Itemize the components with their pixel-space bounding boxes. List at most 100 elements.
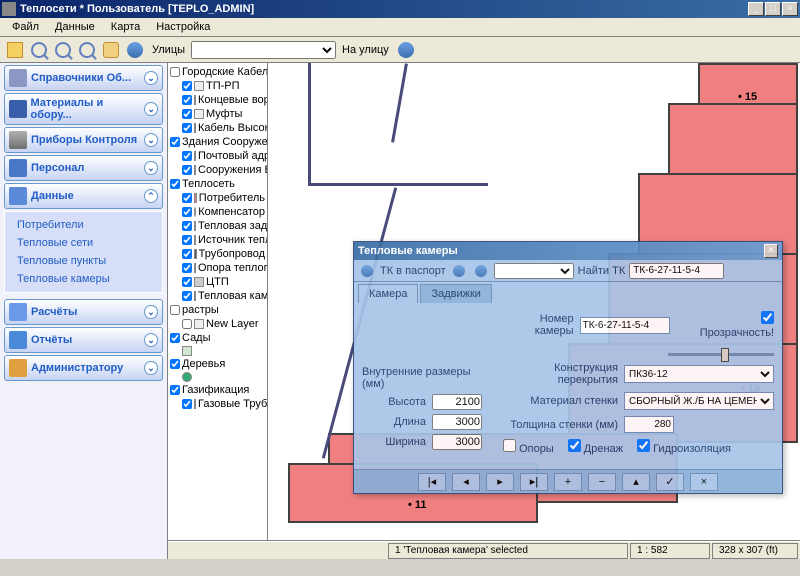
tab-camera[interactable]: Камера: [358, 284, 418, 303]
chamber-num-input[interactable]: [580, 317, 670, 334]
main-toolbar: Улицы На улицу: [0, 37, 800, 63]
dialog-titlebar[interactable]: Тепловые камеры ×: [354, 242, 782, 260]
tool-globe[interactable]: [124, 39, 146, 61]
sidebar-reports[interactable]: Отчёты⌄: [4, 327, 163, 353]
layer-checkbox[interactable]: [182, 235, 192, 245]
layer-checkbox[interactable]: [182, 109, 192, 119]
nav-next[interactable]: ▸: [486, 473, 514, 491]
nav-cancel[interactable]: ×: [690, 473, 718, 491]
menu-data[interactable]: Данные: [47, 19, 103, 35]
nav-delete[interactable]: −: [588, 473, 616, 491]
sidebar-references[interactable]: Справочники Об...⌄: [4, 65, 163, 91]
drainage-checkbox[interactable]: [568, 439, 581, 452]
layer-checkbox[interactable]: [170, 179, 180, 189]
layer-checkbox[interactable]: [182, 263, 192, 273]
thickness-input[interactable]: [624, 416, 674, 433]
menu-file[interactable]: Файл: [4, 19, 47, 35]
dialog-nav: |◂ ◂ ▸ ▸| + − ▴ ✓ ×: [354, 469, 782, 493]
chevron-up-icon: ⌃: [144, 189, 158, 203]
menu-map[interactable]: Карта: [103, 19, 148, 35]
tool-goto-street[interactable]: [395, 39, 417, 61]
nav-add[interactable]: +: [554, 473, 582, 491]
hydro-checkbox[interactable]: [637, 439, 650, 452]
layer-checkbox[interactable]: [182, 319, 192, 329]
layer-checkbox[interactable]: [182, 207, 192, 217]
close-button[interactable]: ×: [782, 2, 798, 16]
layer-checkbox[interactable]: [170, 67, 180, 77]
menu-settings[interactable]: Настройка: [148, 19, 218, 35]
globe-icon: [361, 265, 373, 277]
nav-confirm[interactable]: ✓: [656, 473, 684, 491]
sidebar-item-points[interactable]: Тепловые пункты: [13, 252, 154, 270]
tool-open[interactable]: [4, 39, 26, 61]
layer-checkbox[interactable]: [182, 291, 192, 301]
tool-pan[interactable]: [100, 39, 122, 61]
layer-checkbox[interactable]: [182, 221, 192, 231]
tab-valves[interactable]: Задвижки: [420, 284, 491, 303]
height-input[interactable]: [432, 394, 482, 410]
layer-tree[interactable]: Городские Кабель ТП-РП Концевые вор Муфт…: [168, 63, 268, 540]
maximize-button[interactable]: □: [765, 2, 781, 16]
supports-checkbox[interactable]: [503, 439, 516, 452]
sidebar-personnel[interactable]: Персонал⌄: [4, 155, 163, 181]
layer-checkbox[interactable]: [182, 165, 192, 175]
layer-checkbox[interactable]: [182, 81, 192, 91]
chevron-down-icon: ⌄: [144, 305, 158, 319]
content-area: Городские Кабель ТП-РП Концевые вор Муфт…: [168, 63, 800, 559]
length-input[interactable]: [432, 414, 482, 430]
layer-swatch-icon: [194, 123, 196, 133]
status-scale: 1 : 582: [630, 543, 710, 559]
dialog-tool-b[interactable]: [472, 262, 490, 280]
sidebar-calc[interactable]: Расчёты⌄: [4, 299, 163, 325]
sidebar-label: Персонал: [31, 162, 84, 174]
layer-checkbox[interactable]: [170, 137, 180, 147]
nav-prev[interactable]: ◂: [452, 473, 480, 491]
layer-checkbox[interactable]: [182, 399, 192, 409]
sidebar-item-chambers[interactable]: Тепловые камеры: [13, 270, 154, 288]
sidebar-data[interactable]: Данные⌃: [4, 183, 163, 209]
layer-checkbox[interactable]: [182, 277, 192, 287]
layer-checkbox[interactable]: [170, 385, 180, 395]
layer-checkbox[interactable]: [182, 95, 192, 105]
slider-thumb[interactable]: [721, 348, 729, 362]
dialog-tool-new[interactable]: [358, 262, 376, 280]
minimize-button[interactable]: _: [748, 2, 764, 16]
layer-checkbox[interactable]: [182, 193, 192, 203]
layer-checkbox[interactable]: [170, 359, 180, 369]
nav-edit[interactable]: ▴: [622, 473, 650, 491]
transparency-slider[interactable]: [668, 353, 774, 356]
sidebar-materials[interactable]: Материалы и обору...⌄: [4, 93, 163, 125]
dialog-tool-a[interactable]: [450, 262, 468, 280]
layer-checkbox[interactable]: [182, 123, 192, 133]
layer-checkbox[interactable]: [182, 151, 192, 161]
tool-icon: [453, 265, 465, 277]
sidebar-item-networks[interactable]: Тепловые сети: [13, 234, 154, 252]
nav-first[interactable]: |◂: [418, 473, 446, 491]
tool-zoom-out[interactable]: [52, 39, 74, 61]
layer-swatch-icon: [194, 319, 204, 329]
layer-checkbox[interactable]: [170, 305, 180, 315]
book-icon: [9, 69, 27, 87]
layer-label: Газовые Труб: [198, 398, 267, 410]
layer-checkbox[interactable]: [182, 249, 192, 259]
layer-label: New Layer: [206, 318, 259, 330]
layer-label: Сооружения Б: [198, 164, 268, 176]
sidebar-item-consumers[interactable]: Потребители: [13, 216, 154, 234]
pipe: [391, 63, 408, 142]
width-input[interactable]: [432, 434, 482, 450]
material-select[interactable]: СБОРНЫЙ Ж./Б НА ЦЕМЕНТНОМ РА: [624, 392, 774, 410]
globe-icon: [127, 42, 143, 58]
dialog-close-button[interactable]: ×: [764, 244, 778, 258]
dialog-combo[interactable]: [494, 263, 574, 279]
find-input[interactable]: [629, 263, 724, 279]
tool-zoom-in[interactable]: [28, 39, 50, 61]
sidebar-admin[interactable]: Администратору⌄: [4, 355, 163, 381]
layer-label: Кабель Высок: [198, 122, 268, 134]
nav-last[interactable]: ▸|: [520, 473, 548, 491]
transparency-checkbox[interactable]: [761, 311, 774, 324]
layer-checkbox[interactable]: [170, 333, 180, 343]
sidebar-devices[interactable]: Приборы Контроля⌄: [4, 127, 163, 153]
streets-select[interactable]: [191, 41, 336, 59]
konstr-select[interactable]: ПК36-12: [624, 365, 774, 383]
tool-zoom-extent[interactable]: [76, 39, 98, 61]
